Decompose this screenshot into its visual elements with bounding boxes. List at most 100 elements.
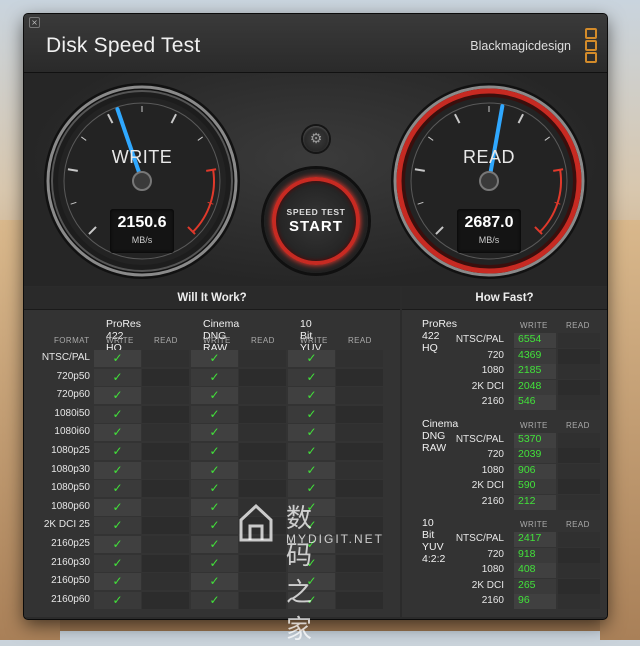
speed-value: 212 (518, 494, 536, 507)
read-cell (142, 480, 189, 498)
settings-gear-icon[interactable]: ⚙ (303, 126, 329, 152)
speed-read-cell (558, 463, 600, 479)
read-cell (239, 591, 286, 609)
check-icon: ✓ (112, 555, 123, 570)
check-icon: ✓ (112, 351, 123, 365)
read-cell (336, 368, 383, 386)
check-icon: ✓ (306, 351, 317, 365)
speed-read-cell (558, 348, 600, 364)
check-icon: ✓ (112, 406, 123, 421)
speed-read-cell (558, 395, 600, 410)
speed-subheader-write: WRITE (520, 520, 548, 529)
speed-test-start-button[interactable]: SPEED TEST START (264, 169, 368, 273)
brand-name: Blackmagicdesign (470, 39, 571, 53)
app-title: Disk Speed Test (46, 34, 201, 57)
read-gauge-label: READ (462, 147, 515, 167)
speed-value: 590 (518, 479, 536, 491)
speed-row-label: 2K DCI (471, 380, 504, 392)
speed-subheader-read: READ (566, 321, 590, 330)
format-row-label: 1080p30 (51, 463, 90, 475)
speed-read-cell (558, 379, 600, 395)
check-icon: ✓ (306, 462, 317, 477)
will-it-work-panel: Will It Work? ProRes 422 HQ WRITE READ Cine… (24, 287, 400, 617)
speed-value: 2417 (518, 532, 542, 544)
speed-row-label: 720 (487, 548, 504, 560)
format-row-label: 2160p60 (51, 593, 90, 605)
check-icon: ✓ (112, 481, 123, 496)
check-icon: ✓ (112, 369, 123, 384)
read-cell (142, 517, 189, 535)
read-cell (336, 461, 383, 479)
column-subheader-read: READ (154, 336, 178, 345)
speed-value: 5370 (518, 432, 542, 445)
read-cell (142, 573, 189, 591)
speed-row-label: 1080 (481, 464, 504, 476)
read-cell (142, 443, 189, 460)
check-icon: ✓ (209, 351, 220, 365)
how-fast-header: How Fast? (402, 287, 607, 310)
speed-subheader-read: READ (566, 420, 590, 430)
read-cell (336, 405, 383, 423)
format-row-label: 1080i60 (54, 426, 90, 438)
check-icon: ✓ (209, 555, 220, 570)
check-icon: ✓ (112, 462, 123, 477)
speed-read-cell (558, 532, 600, 547)
read-cell (239, 443, 286, 460)
speed-row-label: NTSC/PAL (455, 433, 504, 445)
check-icon: ✓ (209, 406, 220, 421)
check-icon: ✓ (209, 537, 220, 551)
column-subheader-write: WRITE (203, 336, 231, 345)
check-icon: ✓ (306, 388, 317, 403)
speed-subheader-write: WRITE (520, 420, 548, 430)
read-cell (239, 554, 286, 572)
speed-value: 2048 (518, 379, 542, 392)
close-icon[interactable]: × (29, 17, 40, 28)
will-it-work-header: Will It Work? (24, 287, 400, 310)
check-icon: ✓ (306, 444, 317, 458)
speed-row-label: 2160 (481, 595, 504, 606)
check-icon: ✓ (112, 499, 123, 514)
read-cell (239, 424, 286, 442)
speed-row-label: 720 (487, 449, 504, 460)
speed-read-cell (558, 364, 600, 379)
speed-read-cell (558, 494, 600, 510)
read-cell (142, 350, 189, 367)
check-icon: ✓ (306, 406, 317, 421)
read-cell (336, 554, 383, 572)
speed-value: 6554 (518, 333, 542, 345)
check-icon: ✓ (112, 388, 123, 403)
speed-read-cell (558, 333, 600, 348)
format-row-label: NTSC/PAL (41, 352, 90, 363)
read-speed-value: 2687.0 (464, 214, 514, 231)
read-cell (142, 405, 189, 423)
write-gauge-hub (132, 171, 152, 191)
read-cell (142, 591, 189, 609)
format-row-label: 2160p50 (51, 575, 90, 587)
check-icon: ✓ (112, 537, 123, 551)
speed-read-cell (558, 448, 600, 463)
brand-logo-icon (585, 28, 597, 63)
watermark-house-icon (239, 503, 273, 542)
check-icon: ✓ (209, 592, 220, 607)
check-icon: ✓ (306, 369, 317, 384)
read-cell (336, 424, 383, 442)
read-speed-readout: 2687.0 MB/s (457, 209, 521, 253)
format-row-label: 2160p30 (51, 556, 90, 568)
format-row-label: 1080i50 (54, 407, 90, 419)
speed-value: 2039 (518, 448, 542, 460)
column-subheader-read: READ (348, 336, 372, 345)
format-row-label: 1080p50 (51, 482, 90, 494)
speed-row-label: 1080 (481, 564, 504, 575)
speed-value: 546 (518, 395, 536, 407)
speed-subheader-read: READ (566, 520, 590, 529)
read-cell (239, 461, 286, 479)
format-row-label: 720p60 (56, 389, 90, 401)
check-icon: ✓ (209, 481, 220, 496)
read-cell (336, 498, 383, 516)
column-subheader-read: READ (251, 336, 275, 345)
speed-row-label: NTSC/PAL (455, 334, 504, 345)
speed-read-cell (558, 432, 600, 448)
read-cell (239, 405, 286, 423)
read-gauge: READ 2687.0 MB/s (389, 81, 589, 281)
read-cell (239, 350, 286, 367)
